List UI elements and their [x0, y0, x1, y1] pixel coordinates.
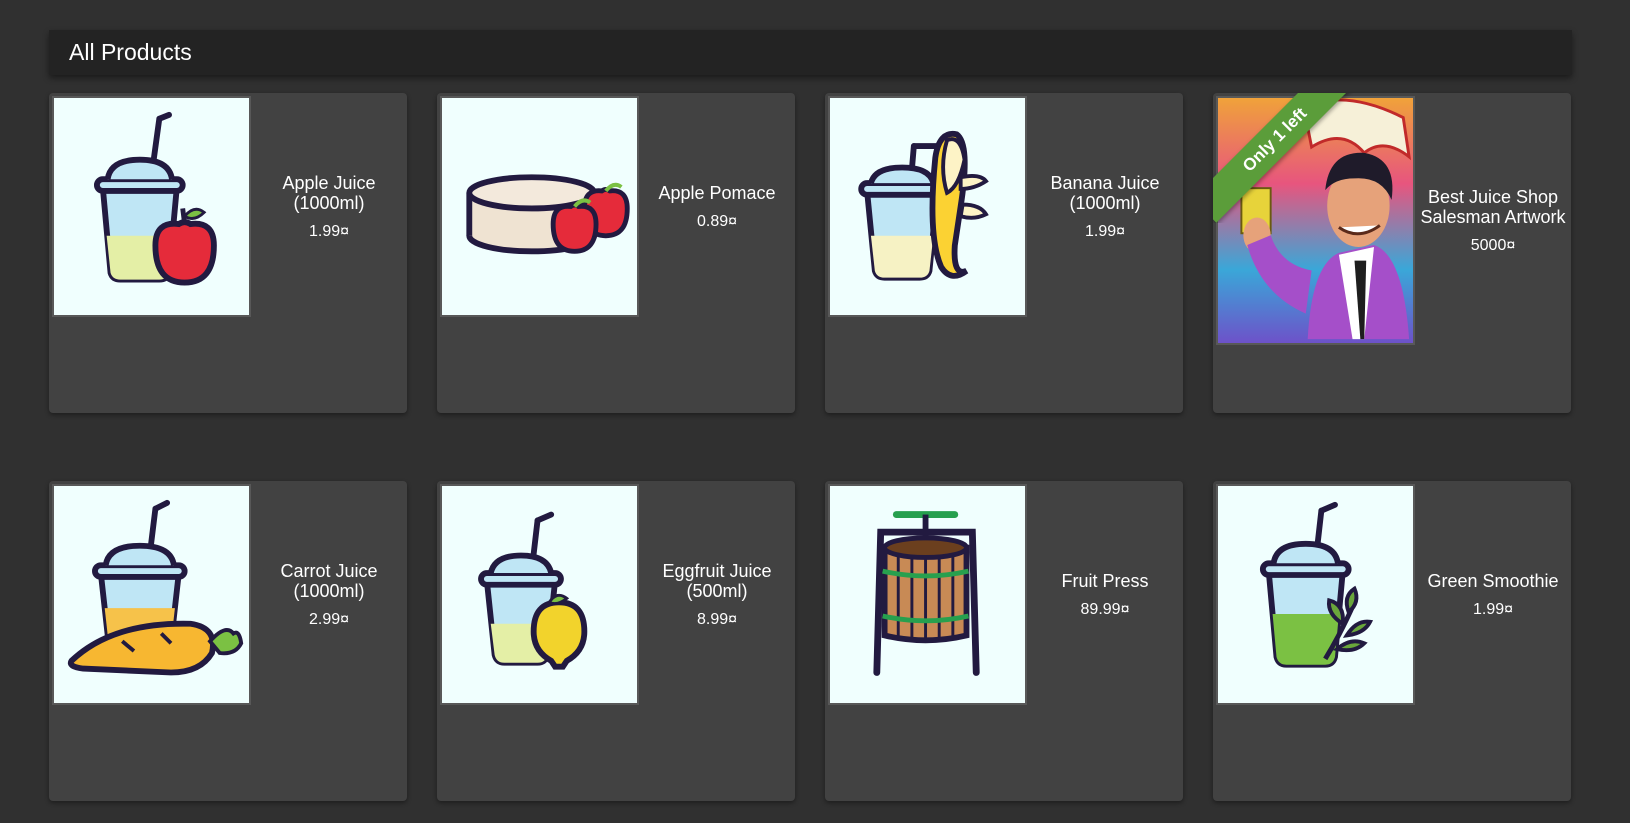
- product-image-fruit-press[interactable]: [828, 484, 1027, 705]
- product-name: Apple Juice (1000ml): [282, 172, 376, 213]
- juice-cup-carrot-icon: [67, 499, 244, 676]
- juice-cup-eggfruit-icon: [478, 511, 588, 670]
- product-name: Fruit Press: [1061, 570, 1149, 591]
- product-price: 5000¤: [1470, 236, 1516, 254]
- product-card-fruit-press[interactable]: Fruit Press 89.99¤: [825, 481, 1183, 801]
- product-image-carrot-juice[interactable]: [52, 484, 251, 705]
- product-card-eggfruit-juice[interactable]: Eggfruit Juice (500ml) 8.99¤: [437, 481, 795, 801]
- product-name: Eggfruit Juice (500ml): [662, 560, 772, 601]
- product-price: 0.89¤: [696, 212, 738, 230]
- product-image-eggfruit-juice[interactable]: [440, 484, 639, 705]
- product-name: Green Smoothie: [1427, 570, 1559, 591]
- product-card-salesman-artwork[interactable]: Best Juice Shop Salesman Artwork 5000¤ O…: [1213, 93, 1571, 413]
- product-price: 89.99¤: [1080, 600, 1130, 618]
- fruit-press-icon: [873, 511, 980, 676]
- page-title: All Products: [69, 39, 192, 65]
- product-card-banana-juice[interactable]: Banana Juice (1000ml) 1.99¤: [825, 93, 1183, 413]
- product-image-green-smoothie[interactable]: [1216, 484, 1415, 705]
- product-card-carrot-juice[interactable]: Carrot Juice (1000ml) 2.99¤: [49, 481, 407, 801]
- page-header: All Products: [49, 30, 1572, 75]
- product-card-green-smoothie[interactable]: Green Smoothie 1.99¤: [1213, 481, 1571, 801]
- product-price: 1.99¤: [1472, 600, 1514, 618]
- product-price: 2.99¤: [308, 610, 350, 628]
- product-card-apple-pomace[interactable]: Apple Pomace 0.89¤: [437, 93, 795, 413]
- product-price: 1.99¤: [308, 222, 350, 240]
- pomace-apple-icon: [466, 174, 630, 255]
- juice-cup-banana-icon: [858, 130, 989, 281]
- product-name: Carrot Juice (1000ml): [280, 560, 378, 601]
- product-name: Banana Juice (1000ml): [1050, 172, 1160, 213]
- product-image-banana-juice[interactable]: [828, 96, 1027, 317]
- product-card-apple-juice[interactable]: Apple Juice (1000ml) 1.99¤: [49, 93, 407, 413]
- product-price: 1.99¤: [1084, 222, 1126, 240]
- product-name: Apple Pomace: [658, 182, 776, 203]
- product-image-apple-pomace[interactable]: [440, 96, 639, 317]
- juice-cup-leaf-icon: [1259, 501, 1374, 668]
- stock-ribbon: Only 1 left: [1213, 93, 1353, 223]
- stock-ribbon-label: Only 1 left: [1213, 93, 1353, 223]
- product-price: 8.99¤: [696, 610, 738, 628]
- juice-cup-apple-icon: [93, 111, 217, 286]
- product-image-apple-juice[interactable]: [52, 96, 251, 317]
- product-name: Best Juice Shop Salesman Artwork: [1420, 186, 1566, 227]
- product-grid: Apple Juice (1000ml) 1.99¤ Apple Pomace …: [49, 93, 1571, 801]
